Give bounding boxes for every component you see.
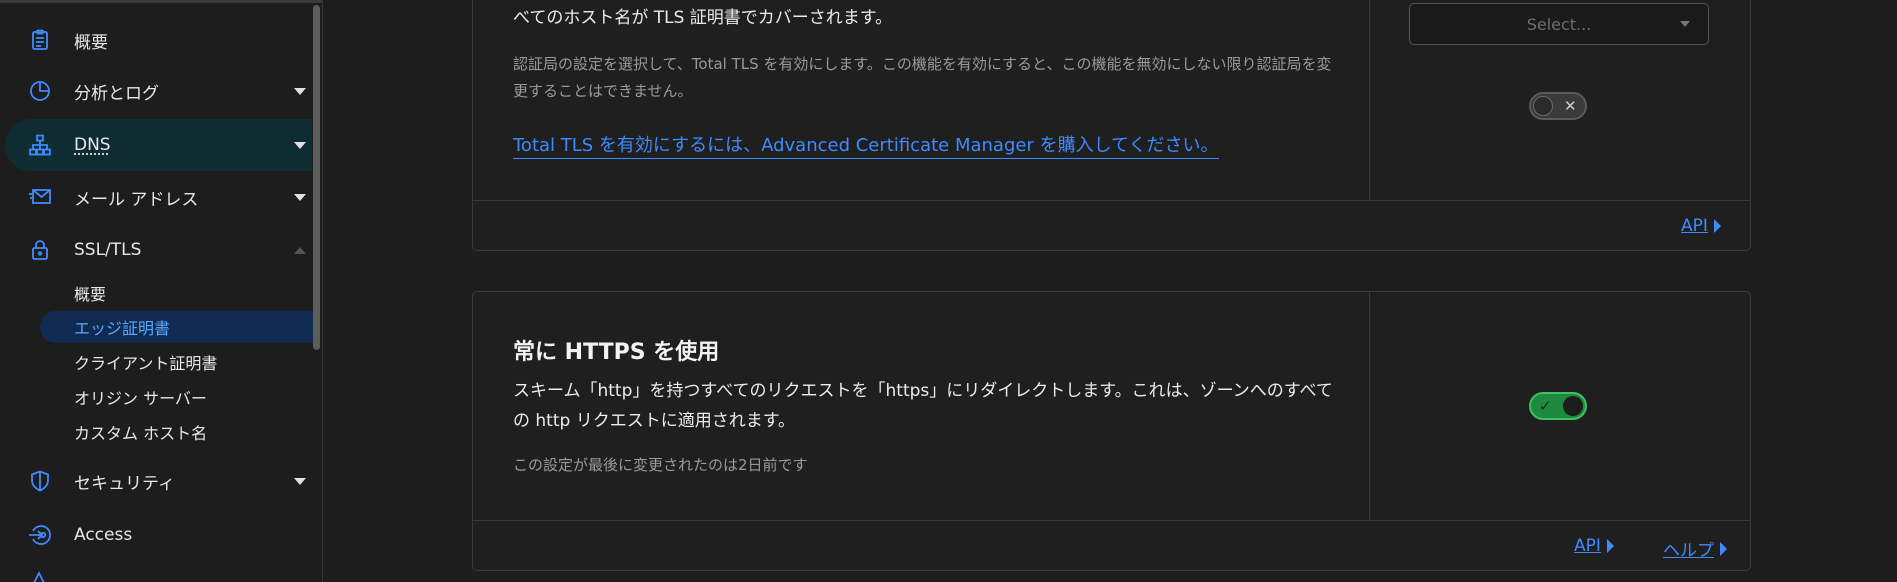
api-link-label: API — [1681, 216, 1708, 236]
total-tls-note: 認証局の設定を選択して、Total TLS を有効にします。この機能を有効にする… — [513, 55, 1332, 100]
always-https-help-link[interactable]: ヘルプ — [1663, 536, 1727, 561]
certificate-authority-select[interactable]: Select... — [1409, 3, 1709, 45]
toggle-knob — [1533, 96, 1553, 116]
purchase-acm-link[interactable]: Total TLS を有効にするには、Advanced Certificate … — [513, 135, 1219, 159]
sidebar-item-ssl-tls[interactable]: SSL/TLS — [0, 226, 312, 274]
chevron-up-icon — [294, 246, 306, 254]
always-use-https-card: 常に HTTPS を使用 スキーム「http」を持つすべてのリクエストを「htt… — [472, 291, 1751, 571]
checkmark-icon: ✓ — [1539, 397, 1552, 415]
next-item-icon-partial — [27, 569, 53, 582]
sidebar-subitem-overview[interactable]: 概要 — [40, 277, 316, 309]
sidebar-subitem-origin-server[interactable]: オリジン サーバー — [40, 381, 316, 413]
sidebar-item-security[interactable]: セキュリティ — [0, 457, 312, 505]
chevron-down-icon — [1680, 21, 1690, 27]
sidebar-subitem-label: エッジ証明書 — [74, 319, 171, 338]
sidebar-item-label: SSL/TLS — [74, 240, 142, 260]
caret-right-icon — [1606, 539, 1614, 553]
toggle-knob — [1563, 396, 1583, 416]
always-https-api-link[interactable]: API — [1574, 536, 1614, 556]
network-icon — [27, 132, 53, 158]
x-icon: ✕ — [1564, 97, 1577, 115]
pie-chart-icon — [27, 78, 53, 104]
sidebar-item-overview[interactable]: 概要 — [0, 16, 312, 64]
sidebar-item-label: 概要 — [74, 32, 108, 53]
sidebar-top-edge — [0, 0, 322, 3]
sidebar-item-email[interactable]: メール アドレス — [0, 173, 312, 221]
sidebar: 概要 分析とログ DNS メール アドレス SSL/TLS 概要 エッジ証明書 — [0, 0, 323, 582]
sidebar-subitem-client-certificates[interactable]: クライアント証明書 — [40, 346, 316, 378]
caret-right-icon — [1713, 219, 1721, 233]
lock-icon — [27, 237, 53, 263]
sidebar-subitem-label: 概要 — [74, 285, 107, 304]
card-divider — [1369, 292, 1370, 520]
sidebar-item-analytics[interactable]: 分析とログ — [0, 67, 312, 115]
sidebar-subitem-label: オリジン サーバー — [74, 389, 207, 408]
sidebar-item-dns[interactable]: DNS — [5, 119, 312, 171]
always-https-toggle[interactable]: ✓ — [1529, 392, 1587, 420]
sidebar-subitem-custom-hostnames[interactable]: カスタム ホスト名 — [40, 416, 316, 448]
api-link-label: API — [1574, 536, 1601, 556]
help-link-label: ヘルプ — [1663, 541, 1714, 561]
select-placeholder: Select... — [1526, 14, 1592, 34]
sidebar-subitem-label: カスタム ホスト名 — [74, 424, 208, 443]
chevron-down-icon — [294, 87, 306, 95]
sidebar-item-label: DNS — [74, 135, 111, 155]
purchase-link-wrapper: Total TLS を有効にするには、Advanced Certificate … — [513, 131, 1219, 159]
sidebar-item-label: Access — [74, 525, 133, 545]
total-tls-toggle[interactable]: ✕ — [1529, 92, 1587, 120]
shield-icon — [27, 468, 53, 494]
clipboard-icon — [27, 27, 53, 53]
always-https-description: スキーム「http」を持つすべてのリクエストを「https」にリダイレクトします… — [513, 381, 1333, 431]
card-footer-divider — [473, 200, 1750, 201]
card-divider — [1369, 0, 1370, 200]
caret-right-icon — [1720, 541, 1727, 556]
total-tls-api-link[interactable]: API — [1681, 216, 1721, 236]
access-icon — [27, 522, 53, 548]
chevron-down-icon — [294, 141, 306, 149]
sidebar-item-label: メール アドレス — [74, 189, 199, 210]
card-footer-divider — [473, 520, 1750, 521]
sidebar-item-label: セキュリティ — [74, 473, 175, 494]
sidebar-subitem-edge-certificates[interactable]: エッジ証明書 — [40, 311, 316, 343]
total-tls-description: べてのホスト名が TLS 証明書でカバーされます。 — [513, 8, 893, 28]
sidebar-subitem-label: クライアント証明書 — [74, 354, 218, 373]
chevron-down-icon — [294, 193, 306, 201]
total-tls-card: べてのホスト名が TLS 証明書でカバーされます。 認証局の設定を選択して、To… — [472, 0, 1751, 251]
sidebar-scrollbar[interactable] — [313, 5, 320, 350]
always-https-last-changed: この設定が最後に変更されたのは2日前です — [513, 456, 808, 474]
sidebar-item-label: 分析とログ — [74, 83, 159, 104]
chevron-down-icon — [294, 477, 306, 485]
always-https-title: 常に HTTPS を使用 — [513, 340, 720, 365]
sidebar-item-access[interactable]: Access — [0, 511, 312, 559]
envelope-icon — [27, 184, 53, 210]
